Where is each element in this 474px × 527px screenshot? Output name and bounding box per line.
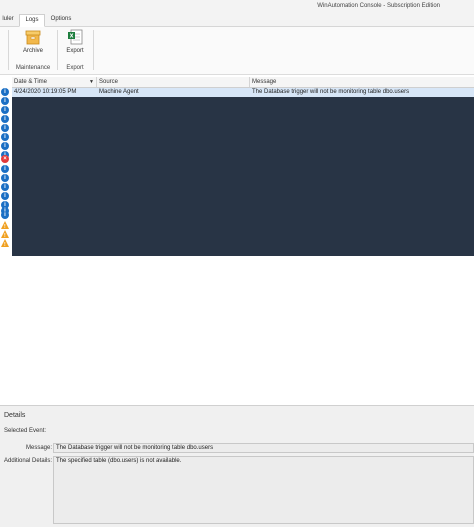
log-icon-column: i i i i i i i i × i i i i i i i ! ! ! bbox=[0, 87, 11, 249]
message-label: Message: bbox=[26, 445, 53, 451]
message-field[interactable]: The Database trigger will not be monitor… bbox=[53, 443, 474, 453]
column-header-date-time[interactable]: Date & Time ▼ bbox=[12, 77, 97, 87]
ribbon-tabs: luler Logs Options bbox=[0, 13, 474, 27]
log-grid-header: Date & Time ▼ Source Message bbox=[12, 77, 474, 88]
warning-icon: ! bbox=[1, 221, 9, 230]
info-icon: i bbox=[1, 192, 9, 200]
title-bar: WinAutomation Console - Subscription Edi… bbox=[0, 0, 474, 13]
tab-scheduler[interactable]: luler bbox=[0, 14, 16, 25]
tab-options[interactable]: Options bbox=[47, 14, 75, 25]
info-icon: i bbox=[1, 124, 9, 132]
info-icon: i bbox=[1, 115, 9, 123]
tab-logs[interactable]: Logs bbox=[19, 14, 45, 27]
additional-details-field[interactable]: The specified table (dbo.users) is not a… bbox=[53, 456, 474, 524]
info-icon: i bbox=[1, 133, 9, 141]
cell-date-time: 4/24/2020 10:19:05 PM bbox=[14, 89, 77, 95]
info-icon: i bbox=[1, 88, 9, 96]
additional-details-label: Additional Details: bbox=[4, 458, 53, 464]
window-title: WinAutomation Console - Subscription Edi… bbox=[317, 3, 440, 9]
info-icon: i bbox=[1, 97, 9, 105]
info-icon: i bbox=[1, 211, 9, 219]
info-icon: i bbox=[1, 142, 9, 150]
archive-label: Archive bbox=[22, 48, 43, 54]
info-icon: i bbox=[1, 165, 9, 173]
sort-descending-icon: ▼ bbox=[89, 79, 94, 85]
ribbon: Archive Maintenance X Export Export bbox=[0, 27, 474, 75]
ribbon-separator bbox=[8, 30, 9, 70]
info-icon: i bbox=[1, 106, 9, 114]
selected-event-label: Selected Event: bbox=[4, 428, 47, 434]
info-icon: i bbox=[1, 183, 9, 191]
error-icon: × bbox=[1, 155, 9, 163]
export-button[interactable]: X Export bbox=[58, 29, 92, 54]
log-rows-area[interactable] bbox=[12, 97, 474, 256]
ribbon-group-maintenance: Maintenance bbox=[15, 65, 51, 71]
cell-message: The Database trigger will not be monitor… bbox=[252, 89, 410, 95]
column-header-message[interactable]: Message bbox=[250, 77, 474, 87]
column-header-source[interactable]: Source bbox=[97, 77, 250, 87]
cell-source: Machine Agent bbox=[99, 89, 139, 95]
warning-icon: ! bbox=[1, 239, 9, 248]
archive-icon bbox=[25, 29, 41, 45]
details-title: Details bbox=[4, 412, 26, 419]
table-row[interactable]: 4/24/2020 10:19:05 PM Machine Agent The … bbox=[12, 88, 474, 97]
export-label: Export bbox=[66, 48, 84, 54]
warning-icon: ! bbox=[1, 230, 9, 239]
ribbon-group-export: Export bbox=[66, 65, 84, 71]
export-excel-icon: X bbox=[67, 29, 83, 45]
ribbon-separator bbox=[93, 30, 94, 70]
archive-button[interactable]: Archive bbox=[14, 29, 52, 54]
info-icon: i bbox=[1, 174, 9, 182]
svg-text:X: X bbox=[70, 34, 74, 40]
